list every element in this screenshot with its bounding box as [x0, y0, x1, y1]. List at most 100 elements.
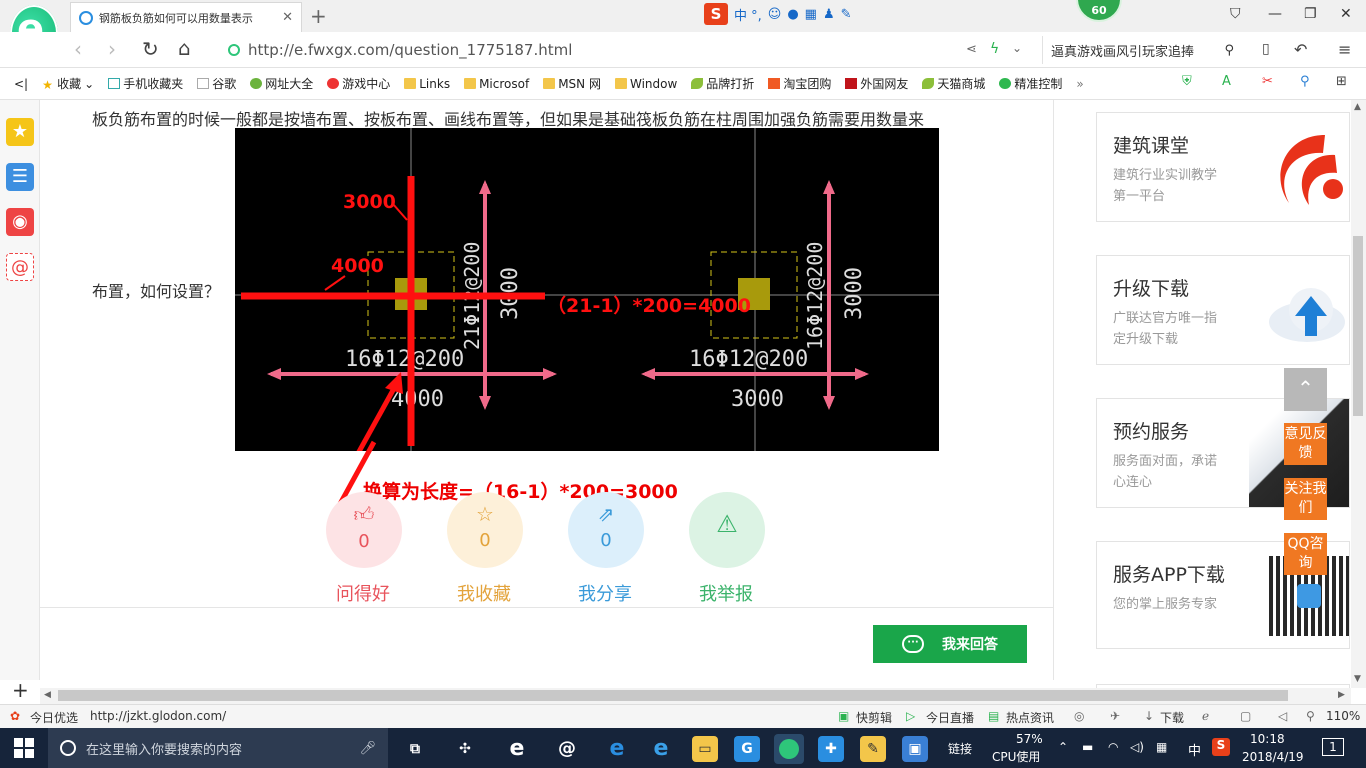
back-icon[interactable]: ‹ — [74, 37, 82, 61]
ime-toolbar[interactable]: S 中 °, ☺ ● ▦ ♟ ✎ — [704, 3, 852, 25]
hot-news[interactable]: 热点资讯 — [1006, 709, 1054, 726]
report-button[interactable]: ⚠ — [689, 492, 765, 568]
keyboard-tray-icon[interactable]: ▦ — [1156, 740, 1167, 754]
add-panel-icon[interactable]: + — [12, 678, 29, 702]
fan-app-icon[interactable]: ✣ — [452, 736, 478, 762]
ime-tray[interactable]: 中 — [1188, 740, 1201, 759]
menu-icon[interactable]: ≡ — [1338, 40, 1351, 59]
list-icon[interactable]: ☰ — [6, 163, 34, 191]
task-view-icon[interactable]: ⧉ — [402, 736, 428, 762]
bookmark-item[interactable]: 谷歌 — [197, 75, 236, 92]
download-label[interactable]: 下载 — [1160, 709, 1184, 726]
today-picks[interactable]: 今日优选 — [30, 709, 78, 726]
gift-icon[interactable]: ✿ — [10, 709, 20, 723]
quick-edit[interactable]: 快剪辑 — [856, 709, 892, 726]
bookmark-item[interactable]: ★ 收藏 ⌄ — [42, 75, 94, 93]
undo-icon[interactable]: ↶ — [1294, 40, 1307, 59]
pin-icon[interactable]: ✈ — [1110, 709, 1120, 723]
keyboard-icon[interactable]: ▦ — [805, 7, 817, 22]
apps-icon[interactable]: ⊞ — [1336, 74, 1347, 89]
card-building-class[interactable]: 建筑课堂 建筑行业实训教学第一平台 — [1096, 112, 1350, 222]
download-icon[interactable]: ↓ — [1144, 709, 1154, 723]
clock-time[interactable]: 10:18 — [1250, 732, 1285, 746]
back-to-top-icon[interactable]: ⌃ — [1284, 368, 1327, 411]
sidebar-toggle-icon[interactable]: <| — [14, 77, 28, 91]
screenshot-app-icon[interactable]: ▣ — [902, 736, 928, 762]
favorite-button[interactable]: ☆ 0 — [447, 492, 523, 568]
bookmark-item[interactable]: 淘宝团购 — [768, 75, 831, 92]
maximize-icon[interactable]: ❐ — [1304, 6, 1317, 22]
ime-mode[interactable]: 中 °, — [734, 5, 762, 24]
mic-icon[interactable]: ● — [787, 7, 798, 22]
home-icon[interactable]: ⌂ — [178, 36, 191, 60]
bookmark-item[interactable]: 网址大全 — [250, 75, 313, 92]
share-icon[interactable]: ⋖ — [966, 42, 977, 57]
lightning-icon[interactable]: ϟ — [990, 41, 999, 57]
speed-icon[interactable]: ◎ — [1074, 709, 1084, 723]
url-field[interactable]: http://e.fwxgx.com/question_1775187.html — [220, 36, 1035, 64]
new-tab-icon[interactable]: + — [310, 4, 327, 28]
scroll-right-icon[interactable]: ▶ — [1338, 690, 1345, 700]
minimize-icon[interactable]: — — [1268, 6, 1282, 22]
share-button[interactable]: ⇗ 0 — [568, 492, 644, 568]
mail-icon[interactable]: @ — [6, 253, 34, 281]
feedback-button[interactable]: 意见反馈 — [1284, 423, 1327, 465]
windows-start-icon[interactable] — [14, 738, 34, 758]
like-label[interactable]: 问得好 — [318, 580, 408, 606]
play-icon[interactable]: ▷ — [906, 709, 915, 723]
follow-us-button[interactable]: 关注我们 — [1284, 478, 1327, 520]
ie-mode-icon[interactable]: ℯ — [1202, 709, 1209, 723]
bookmark-item[interactable]: 外国网友 — [845, 75, 908, 92]
tab-close-icon[interactable]: ✕ — [282, 10, 293, 25]
forward-icon[interactable]: › — [108, 37, 116, 61]
find-icon[interactable]: ⚲ — [1300, 74, 1310, 89]
browser-tab[interactable]: 钢筋板负筋如何可以用数量表示 ✕ — [70, 2, 302, 32]
zoom-icon[interactable]: ⚲ — [1306, 709, 1315, 723]
mobile-icon[interactable]: ▯ — [1262, 41, 1270, 57]
scroll-down-icon[interactable]: ▼ — [1354, 674, 1361, 684]
microphone-icon[interactable]: 🎤︎ — [359, 741, 376, 756]
sogou-tray-icon[interactable]: S — [1212, 738, 1230, 756]
links-toolbar[interactable]: 链接 — [948, 740, 972, 757]
scroll-up-icon[interactable]: ▲ — [1354, 102, 1361, 112]
notes-app-icon[interactable]: ✎ — [860, 736, 886, 762]
wifi-icon[interactable]: ◠ — [1108, 740, 1118, 754]
like-button[interactable]: 👍︎ 0 — [326, 492, 402, 568]
volume-icon[interactable]: ◁ — [1278, 709, 1287, 723]
card-upgrade-download[interactable]: 升级下载 广联达官方唯一指定升级下载 — [1096, 255, 1350, 365]
internet-explorer-icon[interactable]: e — [648, 736, 674, 762]
smile-icon[interactable]: ☺ — [768, 7, 782, 22]
bookmark-item[interactable]: 手机收藏夹 — [108, 75, 183, 92]
shield-icon[interactable]: ⛨ — [1182, 74, 1192, 89]
weibo-icon[interactable]: ◉ — [6, 208, 34, 236]
bookmark-item[interactable]: Window — [614, 77, 677, 91]
ie-browser-icon[interactable]: e — [504, 736, 530, 762]
qq-consult-button[interactable]: QQ咨询 — [1284, 533, 1327, 575]
zoom-level[interactable]: 110% — [1326, 709, 1360, 723]
skin-shirt-icon[interactable]: ⛉ — [1230, 6, 1241, 22]
360-browser-icon[interactable] — [774, 734, 804, 764]
chevron-down-icon[interactable]: ⌄ — [1012, 41, 1022, 55]
search-icon[interactable]: ⚲ — [1224, 43, 1234, 58]
more-bookmarks-icon[interactable]: » — [1076, 77, 1083, 91]
news-icon[interactable]: ▤ — [988, 709, 999, 723]
bookmark-item[interactable]: Microsof — [464, 77, 529, 91]
plus-app-icon[interactable]: ✚ — [818, 736, 844, 762]
bookmark-item[interactable]: Links — [404, 77, 450, 91]
search-box[interactable]: 逼真游戏画风引玩家追捧 ⚲ — [1042, 36, 1242, 64]
bookmark-item[interactable]: 精准控制 — [999, 75, 1062, 92]
tray-expand-icon[interactable]: ⌃ — [1058, 740, 1068, 754]
horizontal-scroll-thumb[interactable] — [58, 690, 1288, 701]
window-icon[interactable]: ▢ — [1240, 709, 1251, 723]
bookmark-item[interactable]: MSN 网 — [543, 75, 601, 92]
favorites-star-icon[interactable]: ★ — [6, 118, 34, 146]
live-today[interactable]: 今日直播 — [926, 709, 974, 726]
bookmark-item[interactable]: 游戏中心 — [327, 75, 390, 92]
refresh-icon[interactable]: ↻ — [142, 37, 159, 61]
close-window-icon[interactable]: ✕ — [1340, 6, 1352, 22]
taskbar-search[interactable]: 在这里输入你要搜索的内容 🎤︎ — [48, 728, 388, 768]
speaker-icon[interactable]: ◁) — [1130, 740, 1144, 754]
scroll-left-icon[interactable]: ◀ — [44, 690, 51, 700]
scissors-icon[interactable]: ✂ — [1262, 74, 1273, 89]
tool-icon[interactable]: ✎ — [841, 7, 852, 22]
